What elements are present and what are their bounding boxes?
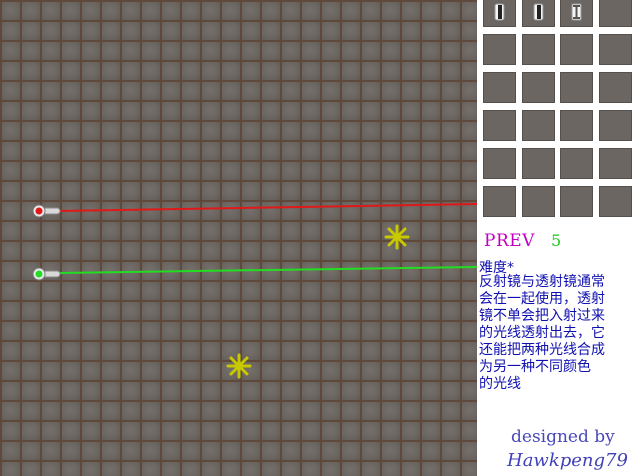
description-line: 的光线透射出去，它 (479, 325, 605, 341)
palette-slot[interactable] (598, 72, 632, 103)
author-name: Hawkpeng79 (507, 450, 628, 471)
description-line: 的光线 (479, 376, 521, 392)
laser-emitter-icon[interactable] (30, 202, 62, 220)
palette-slot[interactable] (598, 34, 632, 65)
palette-slot[interactable] (560, 148, 593, 179)
palette-slot[interactable] (483, 34, 516, 65)
palette-slot[interactable] (483, 72, 516, 103)
palette-slot[interactable] (598, 148, 632, 179)
transmitting-mirror-icon[interactable] (560, 0, 593, 27)
game-board[interactable] (0, 0, 477, 476)
description-line: 还能把两种光线合成 (479, 342, 605, 358)
palette-slot[interactable] (560, 186, 593, 217)
designed-by-label: designed by (511, 427, 615, 447)
description-line: 反射镜与透射镜通常 (479, 274, 605, 290)
reflecting-mirror-icon[interactable] (522, 0, 555, 27)
palette-slot[interactable] (521, 34, 555, 65)
palette-slot[interactable] (521, 110, 555, 141)
palette-slot[interactable] (483, 0, 516, 27)
prev-button[interactable]: PREV (484, 231, 535, 251)
palette-slot[interactable] (560, 72, 593, 103)
description-line: 镜不单会把入射过来 (479, 308, 605, 324)
level-number: 5 (551, 231, 562, 250)
info-panel: PREV 5 难度* 反射镜与透射镜通常 会在一起使用，透射 镜不单会把入射过来… (477, 228, 635, 476)
palette-slot[interactable] (483, 148, 516, 179)
star-target-icon (226, 353, 252, 379)
palette-slot[interactable] (521, 186, 555, 217)
level-description: 反射镜与透射镜通常 会在一起使用，透射 镜不单会把入射过来 的光线透射出去，它 … (479, 274, 629, 393)
palette-slot[interactable] (560, 110, 593, 141)
palette-slot[interactable] (521, 0, 555, 27)
palette-slot[interactable] (560, 34, 593, 65)
palette-slot[interactable] (483, 110, 516, 141)
red-laser-beam (57, 203, 477, 212)
palette-slot[interactable] (560, 0, 593, 27)
piece-palette (477, 0, 635, 228)
reflecting-mirror-icon[interactable] (483, 0, 516, 27)
laser-emitter-icon[interactable] (30, 265, 62, 283)
palette-slot[interactable] (483, 186, 516, 217)
description-line: 为另一种不同颜色 (479, 359, 591, 375)
palette-slot[interactable] (598, 0, 632, 27)
green-laser-beam (57, 266, 477, 274)
description-line: 会在一起使用，透射 (479, 291, 605, 307)
palette-slot[interactable] (598, 110, 632, 141)
star-target-icon (384, 224, 410, 250)
palette-slot[interactable] (521, 72, 555, 103)
palette-slot[interactable] (521, 148, 555, 179)
palette-slot[interactable] (598, 186, 632, 217)
